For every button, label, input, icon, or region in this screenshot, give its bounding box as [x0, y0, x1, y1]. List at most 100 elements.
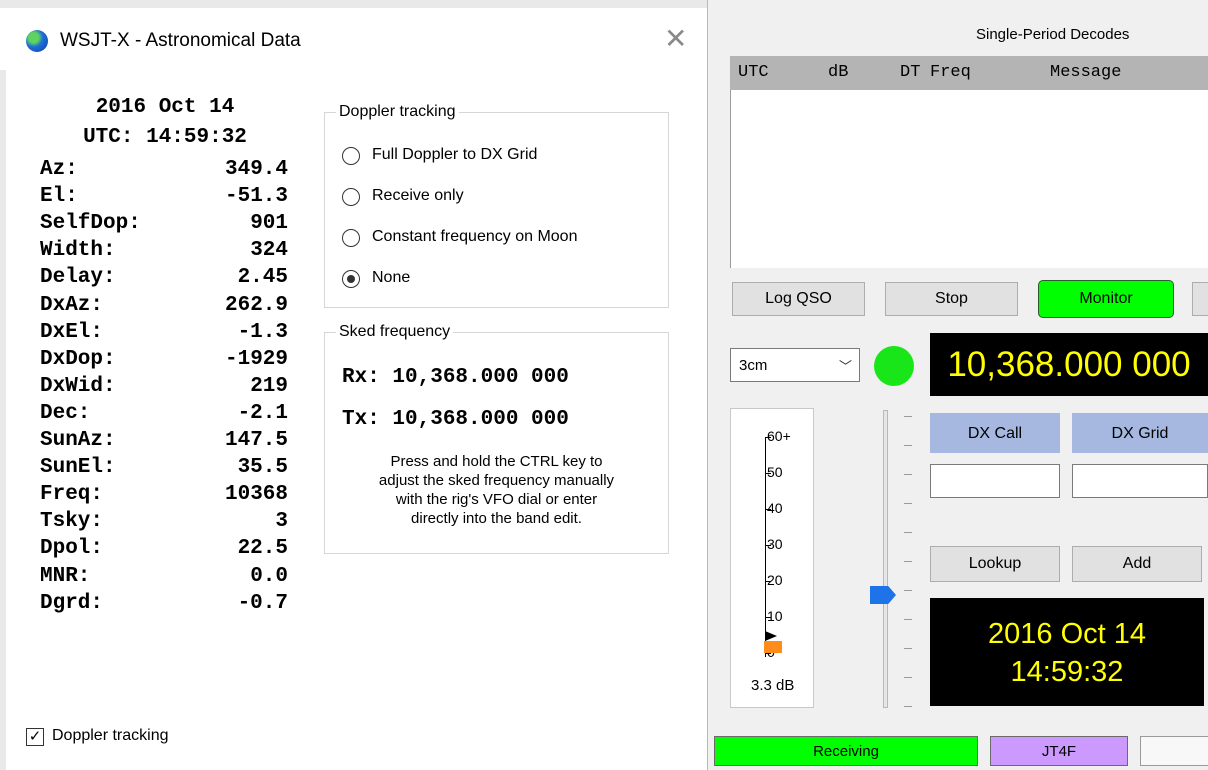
astro-row-value: 901	[250, 212, 288, 236]
slider-tick	[904, 532, 912, 533]
doppler-radio-label[interactable]: Constant frequency on Moon	[372, 228, 577, 246]
tx-indicator-light	[874, 346, 914, 386]
clock-time: 14:59:32	[1010, 656, 1124, 688]
astro-row-label: DxEl:	[40, 320, 104, 344]
doppler-radio[interactable]	[342, 147, 360, 165]
astro-row-value: 262.9	[224, 293, 288, 317]
meter-tick-label: 60+	[767, 428, 791, 444]
dx-call-input[interactable]	[930, 464, 1060, 498]
sked-note-line: with the rig's VFO dial or enter	[395, 491, 598, 508]
slider-track	[883, 410, 888, 708]
slider-tick	[904, 503, 912, 504]
astro-row-value: 147.5	[224, 429, 288, 452]
astro-row-label: DxDop:	[40, 347, 116, 371]
meter-level-bar	[764, 641, 782, 653]
lookup-button[interactable]: Lookup	[930, 546, 1060, 582]
doppler-radio-label[interactable]: Receive only	[372, 187, 464, 205]
astro-row-label: Dgrd:	[40, 591, 104, 615]
slider-handle[interactable]	[870, 586, 896, 604]
astro-data-row: DxAz: 262.9	[40, 294, 288, 321]
astro-data-row: Az: 349.4	[40, 158, 288, 185]
astro-row-label: Dpol:	[40, 537, 104, 561]
doppler-radio-label[interactable]: None	[372, 269, 410, 287]
add-button[interactable]: Add	[1072, 546, 1202, 582]
slider-tick	[904, 619, 912, 620]
astro-row-label: DxWid:	[40, 374, 116, 398]
meter-tick-label: 10	[767, 608, 783, 624]
astro-row-value: 0.0	[250, 564, 288, 588]
doppler-tracking-checkbox[interactable]: ✓	[26, 728, 44, 746]
astro-data-row: Freq: 10368	[40, 483, 288, 510]
astro-row-label: SelfDop:	[40, 212, 141, 236]
astro-row-label: Freq:	[40, 483, 104, 507]
sked-rx: Rx: 10,368.000 000	[342, 366, 569, 389]
slider-tick	[904, 445, 912, 446]
astro-row-label: SunAz:	[40, 429, 116, 452]
astro-data-row: Delay: 2.45	[40, 266, 288, 293]
astro-data-row: DxWid: 219	[40, 375, 288, 402]
dx-call-button[interactable]: DX Call	[930, 413, 1060, 453]
meter-reading: 3.3 dB	[751, 677, 795, 694]
meter-tick-label: 20	[767, 572, 783, 588]
signal-meter: 60+50403020100 3.3 dB	[730, 408, 814, 708]
log-qso-button[interactable]: Log QSO	[732, 282, 865, 316]
astro-row-value: -1929	[224, 347, 288, 371]
sked-note: Press and hold the CTRL key to adjust th…	[330, 452, 663, 528]
left-edge	[0, 70, 6, 770]
doppler-tracking-checkbox-label[interactable]: Doppler tracking	[52, 727, 169, 745]
close-icon[interactable]: ✕	[664, 22, 687, 55]
slider-scale	[904, 410, 914, 710]
astro-row-value: -0.7	[237, 591, 288, 615]
rx-level-slider[interactable]	[870, 410, 896, 710]
dx-grid-input[interactable]	[1072, 464, 1208, 498]
astro-row-label: Az:	[40, 158, 78, 181]
status-blank	[1140, 736, 1208, 766]
sked-tx: Tx: 10,368.000 000	[342, 408, 569, 431]
monitor-button[interactable]: Monitor	[1038, 280, 1174, 318]
astro-row-value: 349.4	[224, 158, 288, 181]
astro-data-row: Dpol: 22.5	[40, 537, 288, 564]
stop-button[interactable]: Stop	[885, 282, 1018, 316]
astro-data-row: SelfDop: 901	[40, 212, 288, 239]
window-title: WSJT-X - Astronomical Data	[60, 30, 301, 51]
meter-tick-label: 30	[767, 536, 783, 552]
clock-date: 2016 Oct 14	[988, 618, 1146, 650]
sked-group-title: Sked frequency	[336, 323, 454, 341]
doppler-radio-label[interactable]: Full Doppler to DX Grid	[372, 146, 537, 164]
decodes-text-area[interactable]	[730, 90, 1208, 268]
header-freq: Freq	[930, 63, 971, 82]
astro-data-row: DxDop: -1929	[40, 348, 288, 375]
band-value: 3cm	[739, 357, 768, 374]
sked-note-line: adjust the sked frequency manually	[378, 472, 615, 489]
header-dt: DT	[900, 63, 921, 82]
astro-row-value: 22.5	[237, 537, 288, 561]
status-mode: JT4F	[990, 736, 1128, 766]
slider-tick	[904, 590, 912, 591]
slider-tick	[904, 561, 912, 562]
doppler-radio[interactable]	[342, 270, 360, 288]
slider-tick	[904, 648, 912, 649]
astro-data-row: Width: 324	[40, 239, 288, 266]
dx-grid-button[interactable]: DX Grid	[1072, 413, 1208, 453]
clock-display: 2016 Oct 14 14:59:32	[930, 598, 1204, 706]
decodes-header: UTC dB DT Freq Message	[730, 56, 1208, 90]
astro-row-value: -51.3	[224, 185, 288, 209]
decodes-title: Single-Period Decodes	[976, 26, 1130, 43]
status-receiving: Receiving	[714, 736, 978, 766]
astro-date: 2016 Oct 14	[95, 96, 235, 119]
astro-row-value: -2.1	[237, 401, 288, 425]
astro-row-label: Delay:	[40, 266, 116, 290]
astro-data-row: Tsky: 3	[40, 510, 288, 537]
partial-button[interactable]	[1192, 282, 1208, 316]
astro-data-row: MNR: 0.0	[40, 565, 288, 592]
doppler-radio[interactable]	[342, 229, 360, 247]
wsjtx-app-icon	[26, 30, 48, 52]
astro-row-value: 2.45	[237, 266, 288, 290]
header-db: dB	[828, 63, 849, 82]
astro-data-row: SunEl: 35.5	[40, 456, 288, 483]
doppler-radio[interactable]	[342, 188, 360, 206]
background-strip	[0, 0, 707, 8]
band-select[interactable]: 3cm ﹀	[730, 348, 860, 382]
astro-row-label: SunEl:	[40, 456, 116, 480]
main-window: Single-Period Decodes UTC dB DT Freq Mes…	[708, 0, 1208, 770]
